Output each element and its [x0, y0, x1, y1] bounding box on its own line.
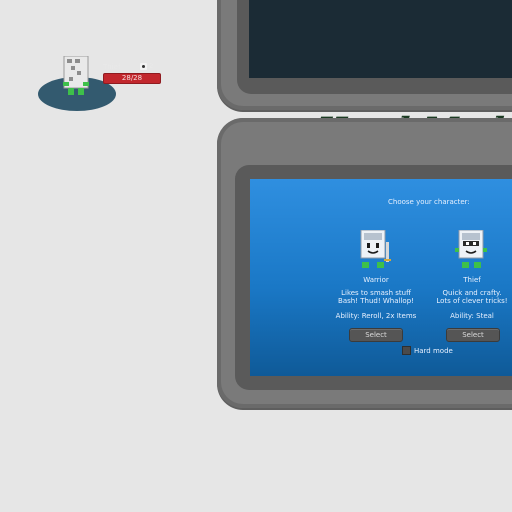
- dice-counter: 2: [140, 62, 153, 70]
- warrior-description-line2: Bash! Thud! Whallop!: [338, 297, 414, 305]
- top-game-panel: [217, 0, 512, 110]
- thief-description-line2: Lots of clever tricks!: [436, 297, 508, 305]
- dice-icon: [140, 62, 147, 70]
- hard-mode-checkbox[interactable]: [402, 346, 411, 355]
- thief-ability: Ability: Steal: [450, 311, 494, 320]
- select-thief-button[interactable]: Select: [446, 328, 500, 342]
- select-warrior-button[interactable]: Select: [349, 328, 403, 342]
- warrior-sprite-icon: [359, 230, 393, 272]
- thief-name: Thief: [463, 276, 481, 284]
- warrior-description-line1: Likes to smash stuff: [341, 288, 411, 297]
- thief-sprite-icon: [62, 56, 92, 98]
- dice-count: 2: [149, 62, 154, 70]
- thief-card: Thief Quick and crafty. Lots of clever t…: [424, 230, 512, 320]
- top-character-name: Thief: [103, 63, 121, 71]
- warrior-name: Warrior: [363, 276, 389, 284]
- hard-mode-label: Hard mode: [414, 346, 453, 355]
- health-bar: 28/28: [103, 73, 161, 84]
- hard-mode-toggle[interactable]: Hard mode: [402, 346, 453, 355]
- top-game-screen: [249, 0, 512, 78]
- warrior-card: Warrior Likes to smash stuff Bash! Thud!…: [328, 230, 424, 320]
- warrior-ability: Ability: Reroll, 2x Items: [335, 311, 417, 320]
- thief-description-line1: Quick and crafty.: [442, 288, 502, 297]
- thief-select-sprite-icon: [455, 230, 489, 272]
- choose-character-prompt: Choose your character:: [388, 198, 470, 206]
